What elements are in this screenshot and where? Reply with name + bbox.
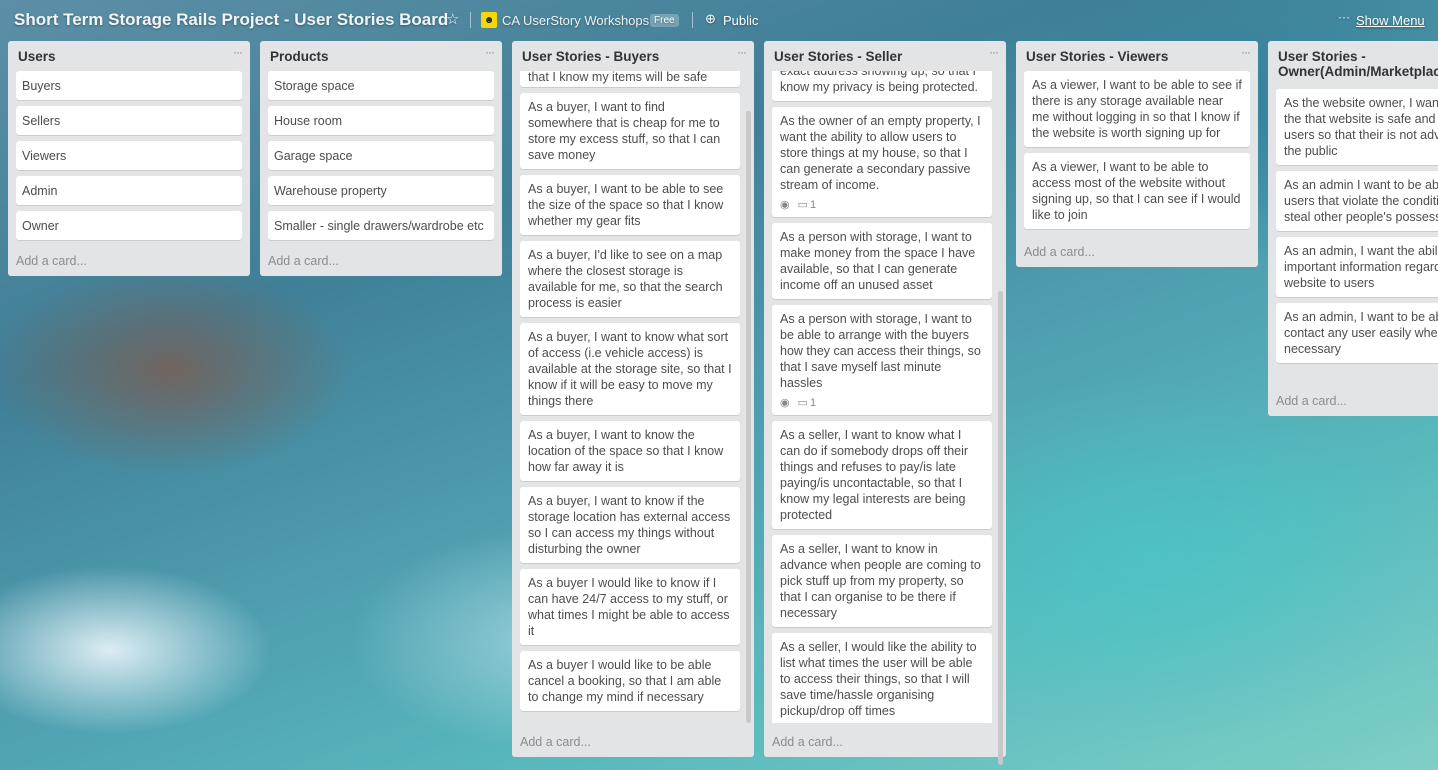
card[interactable]: As a seller, I want to know in advance w… [772,535,992,627]
board-title[interactable]: Short Term Storage Rails Project - User … [14,10,448,30]
team-icon[interactable]: ☻ [481,12,497,28]
card-badges: ◉ ▭ 1 [780,197,984,211]
list-header[interactable]: User Stories - Owner(Admin/Marketplace [1268,41,1438,79]
card-list: As the website owner, I want to ensure t… [1276,89,1438,369]
list-user-stories-viewers: User Stories - Viewers ··· As a viewer, … [1016,41,1258,267]
card[interactable]: As a person with storage, I want to be a… [772,305,992,415]
menu-dots-icon[interactable]: ··· [1338,10,1350,24]
card[interactable]: As a buyer, I want to know the location … [520,421,740,481]
card-list: As a viewer, I want to be able to see if… [1024,71,1250,235]
eye-icon: ◉ [780,199,790,211]
card-list: that I know my items will be safe As a b… [520,71,740,723]
card[interactable]: Owner [16,211,242,240]
header-divider [470,12,471,28]
card[interactable]: As a viewer, I want to be able to access… [1024,153,1250,229]
card[interactable]: As an admin, I want the ability to impor… [1276,237,1438,297]
card-list: exact address showing up, so that I know… [772,71,992,723]
star-icon[interactable]: ☆ [446,10,459,28]
card[interactable]: Warehouse property [268,176,494,205]
list-header[interactable]: Products ··· [260,41,502,71]
comment-icon: ▭ [797,397,809,409]
comment-count: 1 [810,199,817,211]
card[interactable]: that I know my items will be safe [520,71,740,87]
card[interactable]: As a buyer, I want to find somewhere tha… [520,93,740,169]
list-menu-icon[interactable]: ··· [737,45,747,59]
list-title[interactable]: User Stories - Owner(Admin/Marketplace [1278,49,1438,79]
list-menu-icon[interactable]: ··· [485,45,495,59]
list-title[interactable]: Users [18,49,228,64]
add-card-button[interactable]: Add a card... [520,735,591,749]
comment-icon: ▭ [797,199,809,211]
card[interactable]: As a buyer I would like to know if I can… [520,569,740,645]
list-title[interactable]: User Stories - Seller [774,49,984,64]
list-user-stories-seller: User Stories - Seller ··· exact address … [764,41,1006,765]
team-name[interactable]: CA UserStory Workshops [502,13,649,28]
card[interactable]: As a buyer I would like to be able cance… [520,651,740,711]
add-card-button[interactable]: Add a card... [1276,394,1347,408]
card-text: As a person with storage, I want to be a… [780,312,981,390]
list-title[interactable]: Products [270,49,480,64]
list-title[interactable]: User Stories - Buyers [522,49,732,64]
card[interactable]: As a seller, I want to know what I can d… [772,421,992,529]
board-header: Short Term Storage Rails Project - User … [0,0,1438,40]
add-card-button[interactable]: Add a card... [16,254,87,268]
add-card-button[interactable]: Add a card... [772,735,843,749]
add-card-button[interactable]: Add a card... [1024,245,1095,259]
card[interactable]: Storage space [268,71,494,100]
list-menu-icon[interactable]: ··· [233,45,243,59]
card-text: As the owner of an empty property, I wan… [780,114,981,192]
card[interactable]: As a buyer, I'd like to see on a map whe… [520,241,740,317]
card-list: Buyers Sellers Viewers Admin Owner [16,71,242,246]
card[interactable]: Viewers [16,141,242,170]
card[interactable]: As a buyer, I want to be able to see the… [520,175,740,235]
visibility-button[interactable]: Public [723,13,758,28]
card[interactable]: As the owner of an empty property, I wan… [772,107,992,217]
list-header[interactable]: Users ··· [8,41,250,71]
show-menu-button[interactable]: Show Menu [1356,13,1425,28]
plan-badge: Free [650,14,679,27]
list-header[interactable]: User Stories - Viewers ··· [1016,41,1258,71]
comment-count: 1 [810,397,817,409]
card[interactable]: House room [268,106,494,135]
card-list: Storage space House room Garage space Wa… [268,71,494,246]
card[interactable]: Sellers [16,106,242,135]
card[interactable]: As a buyer, I want to know what sort of … [520,323,740,415]
card[interactable]: As the website owner, I want to ensure t… [1276,89,1438,165]
add-card-button[interactable]: Add a card... [268,254,339,268]
list-scrollbar[interactable] [746,111,751,723]
globe-icon[interactable]: ⊕ [705,11,716,27]
eye-icon: ◉ [780,397,790,409]
card[interactable]: As a seller, I would like the ability to… [772,633,992,723]
list-scrollbar[interactable] [998,291,1003,765]
header-divider [692,12,693,28]
list-user-stories-buyers: User Stories - Buyers ··· that I know my… [512,41,754,757]
list-menu-icon[interactable]: ··· [1241,45,1251,59]
card[interactable]: Admin [16,176,242,205]
card[interactable]: As a viewer, I want to be able to see if… [1024,71,1250,147]
card[interactable]: Smaller - single drawers/wardrobe etc [268,211,494,240]
card[interactable]: As a buyer, I want to know if the storag… [520,487,740,563]
card[interactable]: As a person with storage, I want to make… [772,223,992,299]
card-badges: ◉ ▭ 1 [780,395,984,409]
list-menu-icon[interactable]: ··· [989,45,999,59]
comment-badge: ▭ 1 [798,397,825,409]
list-header[interactable]: User Stories - Buyers ··· [512,41,754,71]
card[interactable]: As an admin, I want to be able to contac… [1276,303,1438,363]
comment-badge: ▭ 1 [798,199,825,211]
card[interactable]: exact address showing up, so that I know… [772,71,992,101]
list-title[interactable]: User Stories - Viewers [1026,49,1236,64]
list-products: Products ··· Storage space House room Ga… [260,41,502,276]
list-header[interactable]: User Stories - Seller ··· [764,41,1006,71]
card[interactable]: Buyers [16,71,242,100]
card[interactable]: As an admin I want to be able to delete … [1276,171,1438,231]
list-users: Users ··· Buyers Sellers Viewers Admin O… [8,41,250,276]
list-user-stories-owner: User Stories - Owner(Admin/Marketplace A… [1268,41,1438,416]
card[interactable]: Garage space [268,141,494,170]
